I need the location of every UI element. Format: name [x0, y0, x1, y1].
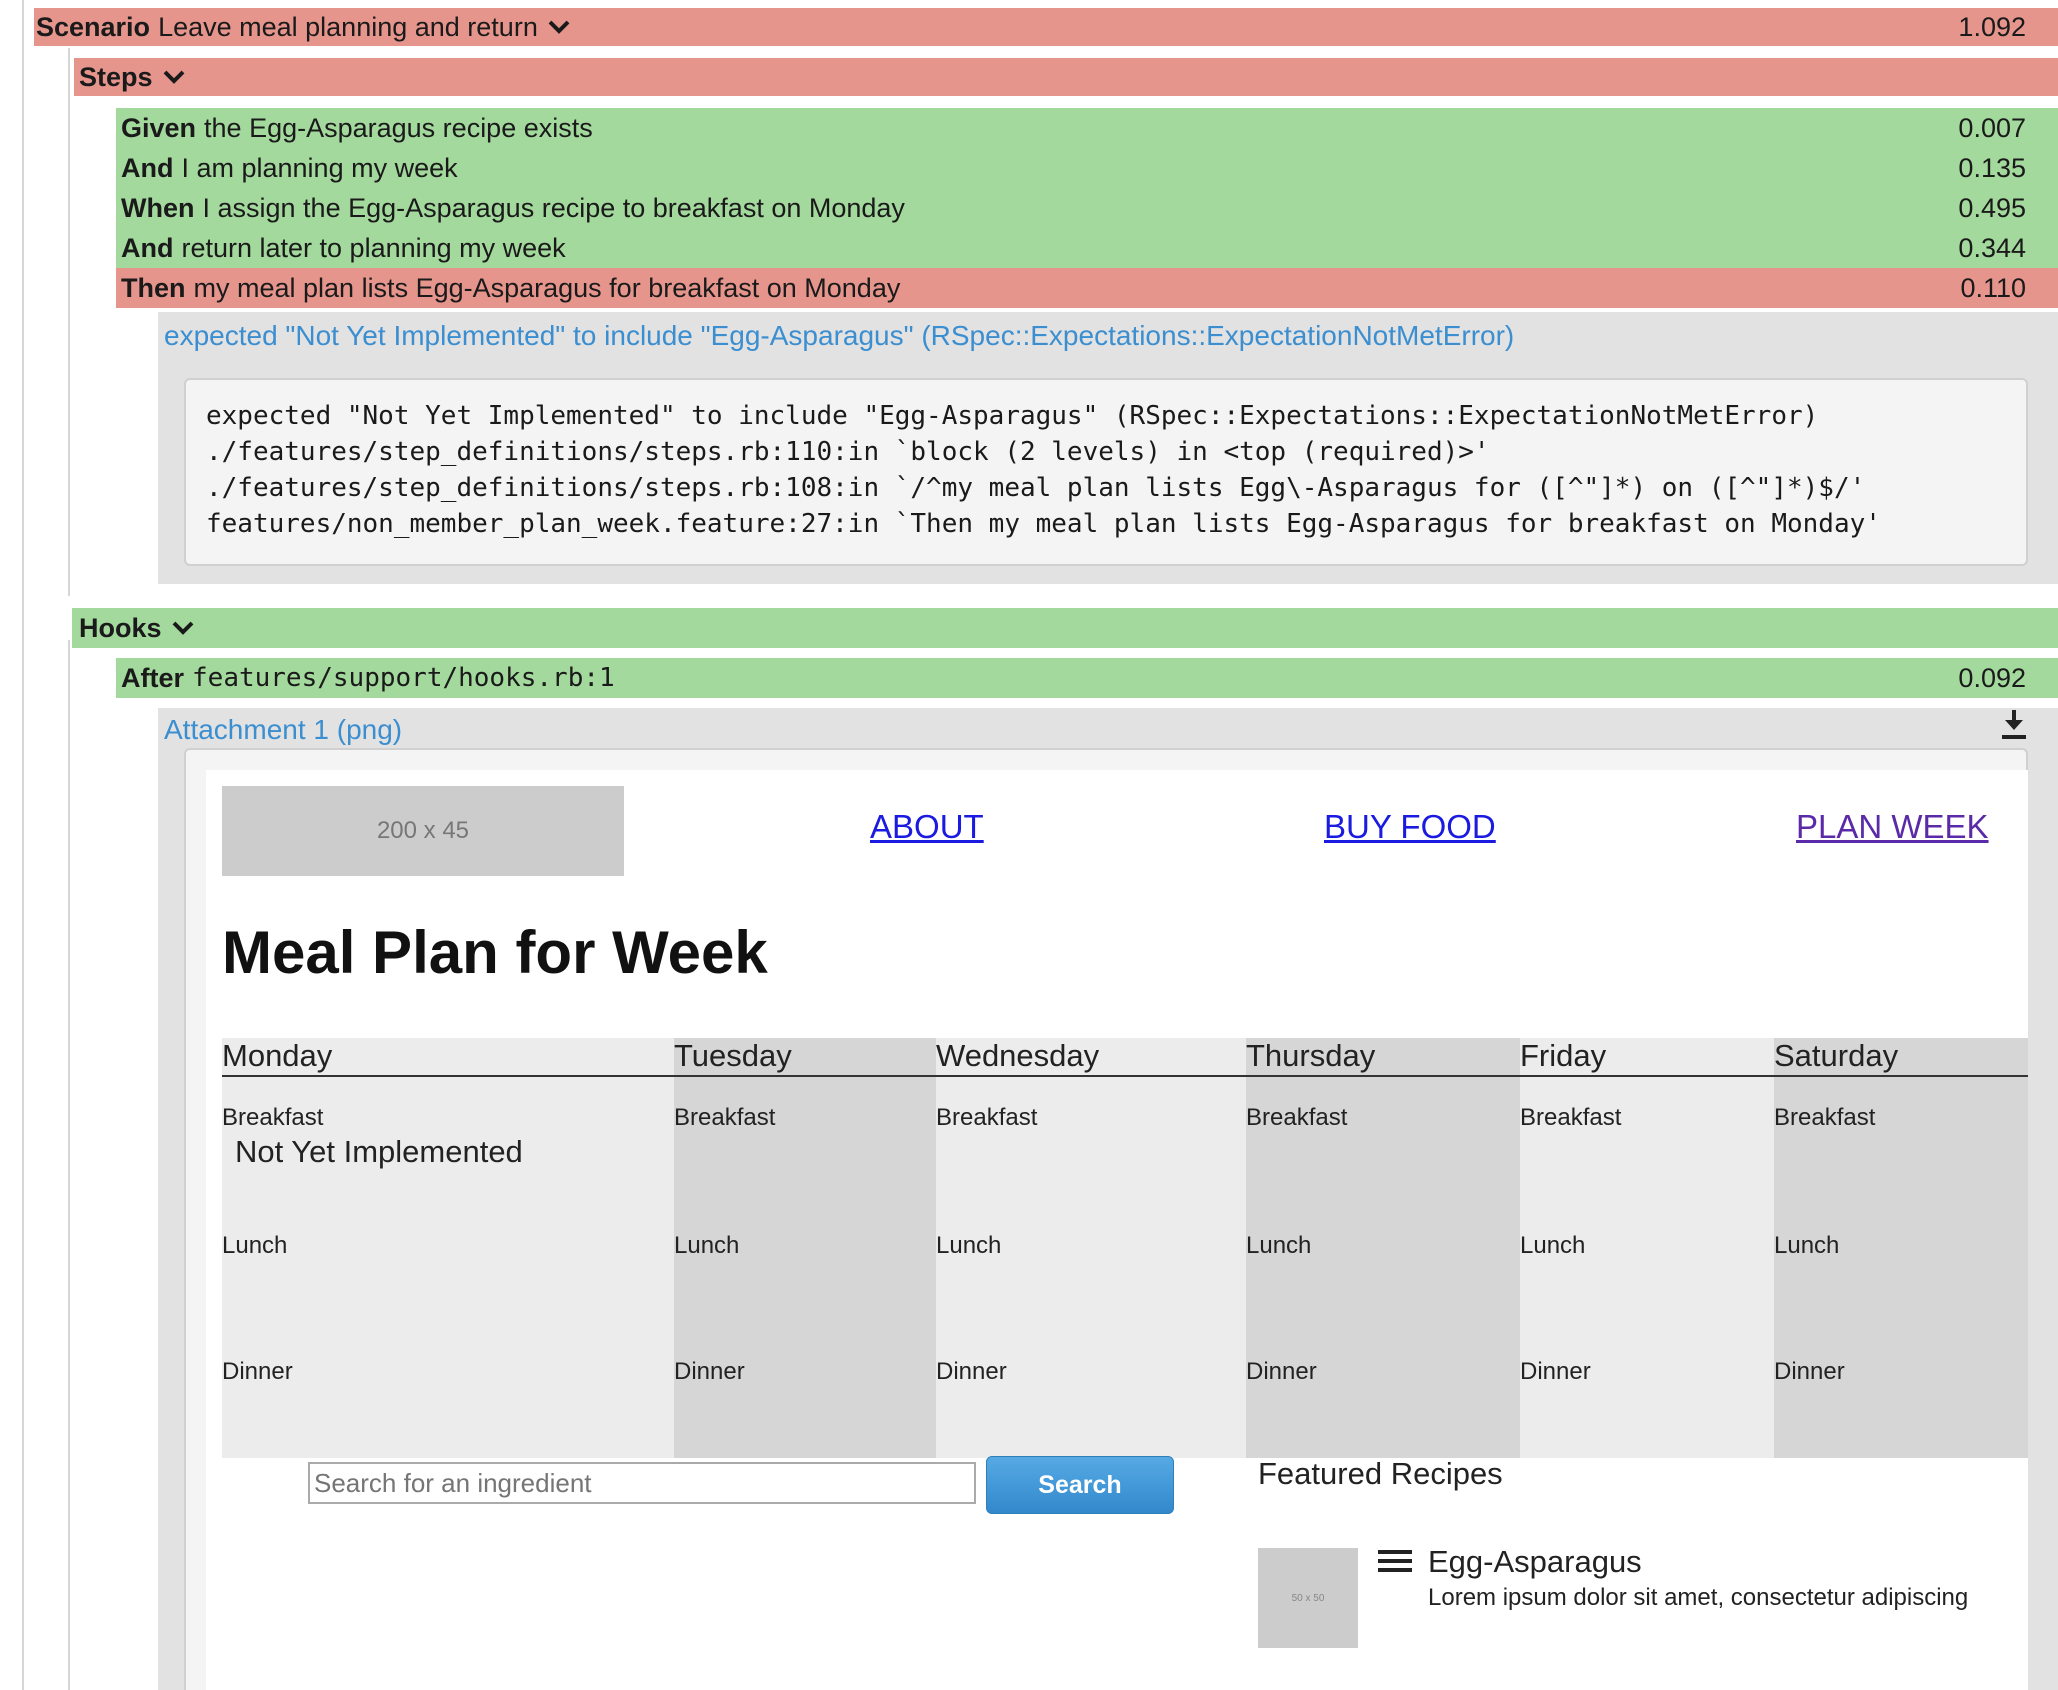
page-title: Meal Plan for Week — [222, 919, 768, 986]
column-monday — [222, 1038, 674, 1458]
meal-label: Lunch — [1520, 1232, 1586, 1259]
meal-label: Breakfast — [1520, 1104, 1622, 1131]
outline-guide — [68, 48, 70, 596]
meal-label: Breakfast — [936, 1104, 1038, 1131]
chevron-down-icon[interactable] — [172, 621, 194, 635]
meal-label: Breakfast — [1774, 1104, 1876, 1131]
outline-guide — [68, 640, 70, 1690]
meal-label: Dinner — [936, 1358, 1007, 1385]
step-keyword: Then — [121, 272, 186, 303]
step-row-failed[interactable]: Then my meal plan lists Egg-Asparagus fo… — [116, 268, 2058, 308]
backtrace-line: ./features/step_definitions/steps.rb:110… — [206, 437, 1490, 467]
step-duration: 0.110 — [1960, 272, 2026, 303]
hook-duration: 0.092 — [1958, 662, 2026, 693]
step-duration: 0.135 — [1958, 152, 2026, 183]
recipe-description: Lorem ipsum dolor sit amet, consectetur … — [1428, 1584, 1969, 1611]
day-header: Saturday — [1774, 1038, 1899, 1073]
step-duration: 0.007 — [1958, 112, 2026, 143]
meal-label: Dinner — [674, 1358, 745, 1385]
step-keyword: And — [121, 152, 174, 183]
hook-location: features/support/hooks.rb:1 — [192, 663, 615, 693]
step-duration: 0.344 — [1958, 232, 2026, 263]
day-header: Monday — [222, 1038, 333, 1073]
day-header: Tuesday — [674, 1038, 792, 1073]
backtrace-line: features/non_member_plan_week.feature:27… — [206, 509, 1881, 539]
step-row[interactable]: Given the Egg-Asparagus recipe exists 0.… — [116, 108, 2058, 148]
download-icon[interactable] — [2001, 710, 2027, 740]
header-underline — [222, 1075, 2028, 1077]
step-text: return later to planning my week — [181, 232, 566, 263]
logo-placeholder: 200 x 45 — [222, 786, 624, 876]
meal-label: Dinner — [1520, 1358, 1591, 1385]
recipe-name[interactable]: Egg-Asparagus — [1428, 1544, 1642, 1580]
step-row[interactable]: And return later to planning my week 0.3… — [116, 228, 2058, 268]
meal-label: Dinner — [222, 1358, 293, 1385]
meal-label: Lunch — [674, 1232, 740, 1259]
meal-label: Breakfast — [674, 1104, 776, 1131]
meal-label: Dinner — [1246, 1358, 1317, 1385]
hooks-section-label: Hooks — [79, 612, 162, 643]
step-row[interactable]: When I assign the Egg-Asparagus recipe t… — [116, 188, 2058, 228]
step-row[interactable]: And I am planning my week 0.135 — [116, 148, 2058, 188]
step-text: my meal plan lists Egg-Asparagus for bre… — [193, 272, 901, 303]
meal-label: Dinner — [1774, 1358, 1845, 1385]
scenario-header[interactable]: Scenario Leave meal planning and return … — [34, 8, 2058, 46]
chevron-down-icon[interactable] — [163, 70, 185, 84]
attached-screenshot: 200 x 45 ABOUT BUY FOOD PLAN WEEK Meal P… — [206, 770, 2028, 1690]
error-message-link[interactable]: expected "Not Yet Implemented" to includ… — [164, 320, 1514, 352]
step-text: the Egg-Asparagus recipe exists — [204, 112, 593, 143]
backtrace-line: expected "Not Yet Implemented" to includ… — [206, 401, 1819, 431]
nav-link-about[interactable]: ABOUT — [870, 808, 984, 846]
meal-plan-table: Monday Tuesday Wednesday Thursday Friday… — [222, 1038, 2028, 1458]
ingredient-search-input[interactable] — [308, 1462, 976, 1504]
day-header: Friday — [1520, 1038, 1607, 1073]
meal-label: Lunch — [1774, 1232, 1840, 1259]
monday-breakfast-value: Not Yet Implemented — [235, 1134, 523, 1169]
backtrace-line: ./features/step_definitions/steps.rb:108… — [206, 473, 1866, 503]
step-keyword: Given — [121, 112, 197, 143]
meal-label: Lunch — [1246, 1232, 1312, 1259]
meal-label: Lunch — [936, 1232, 1002, 1259]
error-backtrace: expected "Not Yet Implemented" to includ… — [184, 378, 2028, 566]
scenario-keyword: Scenario — [36, 11, 151, 42]
steps-section-label: Steps — [79, 61, 153, 92]
outline-guide — [22, 0, 24, 1690]
step-text: I am planning my week — [181, 152, 458, 183]
day-header: Wednesday — [936, 1038, 1100, 1073]
featured-recipes-title: Featured Recipes — [1258, 1456, 1503, 1491]
attachment-link[interactable]: Attachment 1 (png) — [164, 714, 402, 746]
recipe-thumbnail: 50 x 50 — [1258, 1548, 1358, 1648]
steps-section-header[interactable]: Steps — [74, 58, 2058, 96]
menu-icon[interactable] — [1378, 1550, 1412, 1572]
step-text: I assign the Egg-Asparagus recipe to bre… — [202, 192, 905, 223]
scenario-name: Leave meal planning and return — [158, 11, 538, 42]
meal-label: Breakfast — [222, 1104, 324, 1131]
hooks-section-header[interactable]: Hooks — [72, 608, 2058, 648]
chevron-down-icon[interactable] — [548, 20, 570, 34]
meal-label: Lunch — [222, 1232, 288, 1259]
search-button[interactable]: Search — [986, 1456, 1174, 1514]
day-header: Thursday — [1246, 1038, 1376, 1073]
hook-row[interactable]: After features/support/hooks.rb:1 0.092 — [116, 658, 2058, 698]
step-duration: 0.495 — [1958, 192, 2026, 223]
scenario-duration: 1.092 — [1958, 11, 2026, 42]
nav-link-buy-food[interactable]: BUY FOOD — [1324, 808, 1496, 846]
step-keyword: And — [121, 232, 174, 263]
hook-keyword: After — [121, 662, 185, 693]
nav-link-plan-week[interactable]: PLAN WEEK — [1796, 808, 1989, 846]
meal-label: Breakfast — [1246, 1104, 1348, 1131]
step-keyword: When — [121, 192, 195, 223]
